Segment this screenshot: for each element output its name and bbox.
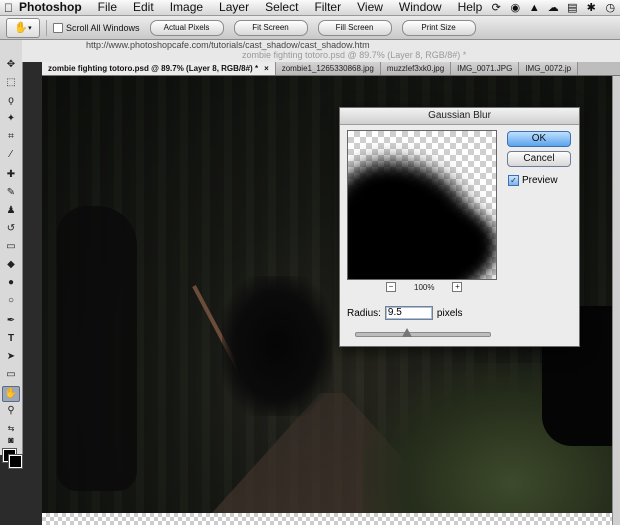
- radius-input[interactable]: 9.5: [384, 306, 433, 320]
- tab-label: IMG_0071.JPG: [457, 64, 513, 73]
- preview-label: Preview: [522, 175, 558, 186]
- ok-button[interactable]: OK: [507, 131, 571, 147]
- options-bar: ✋ ▾ Scroll All Windows Actual Pixels Fit …: [0, 16, 620, 40]
- blur-preview[interactable]: [347, 130, 497, 280]
- menu-photoshop[interactable]: Photoshop: [13, 0, 90, 15]
- healing-brush-tool-icon[interactable]: ✚: [3, 168, 19, 182]
- path-selection-tool-icon[interactable]: ➤: [3, 350, 19, 364]
- dialog-title[interactable]: Gaussian Blur: [340, 108, 579, 125]
- tab-zombie-fighting-totoro[interactable]: zombie fighting totoro.psd @ 89.7% (Laye…: [42, 62, 276, 75]
- document-tabs: zombie fighting totoro.psd @ 89.7% (Laye…: [42, 62, 620, 76]
- zombie-silhouette: [57, 206, 137, 491]
- clone-stamp-tool-icon[interactable]: ♟: [3, 204, 19, 218]
- menu-file[interactable]: File: [90, 0, 125, 15]
- radius-label: Radius:: [347, 307, 381, 319]
- zoom-out-button[interactable]: −: [386, 282, 396, 292]
- scroll-all-windows-label: Scroll All Windows: [66, 22, 140, 33]
- actual-pixels-button[interactable]: Actual Pixels: [149, 19, 224, 36]
- checkmark-icon[interactable]: ✓: [508, 175, 519, 186]
- tab-label: muzzlef3xk0.jpg: [386, 64, 445, 73]
- gaussian-blur-dialog: Gaussian Blur − 100% + OK Cancel ✓ Previ…: [339, 107, 580, 347]
- hand-icon: ✋: [14, 22, 29, 34]
- menu-layer[interactable]: Layer: [211, 0, 257, 15]
- menu-help[interactable]: Help: [450, 0, 491, 15]
- zoom-tool-icon[interactable]: ⚲: [3, 404, 19, 418]
- radius-row: Radius: 9.5 pixels: [347, 306, 462, 320]
- tab-muzzle[interactable]: muzzlef3xk0.jpg: [380, 62, 452, 75]
- marquee-tool-icon[interactable]: ⬚: [3, 76, 19, 90]
- menu-select[interactable]: Select: [257, 0, 306, 15]
- slider-thumb[interactable]: [401, 328, 412, 337]
- bluetooth-icon[interactable]: ✱: [585, 1, 597, 14]
- close-icon[interactable]: ×: [264, 62, 269, 75]
- lasso-tool-icon[interactable]: ϙ: [3, 94, 19, 108]
- menu-view[interactable]: View: [349, 0, 391, 15]
- blur-tool-icon[interactable]: ●: [3, 276, 19, 290]
- tab-img-0071[interactable]: IMG_0071.JPG: [451, 62, 520, 75]
- blurred-shadow: [222, 276, 332, 416]
- history-brush-tool-icon[interactable]: ↺: [3, 222, 19, 236]
- zoom-level: 100%: [414, 282, 435, 292]
- dodge-tool-icon[interactable]: ○: [3, 294, 19, 308]
- hat-icon[interactable]: ▲: [528, 2, 540, 14]
- preview-zoom-controls: − 100% +: [386, 282, 463, 292]
- scroll-all-windows-checkbox[interactable]: Scroll All Windows: [53, 22, 140, 33]
- cloud-icon[interactable]: ☁: [547, 1, 559, 14]
- divider: [46, 19, 47, 36]
- background-url: http://www.photoshopcafe.com/tutorials/c…: [86, 40, 370, 50]
- magic-wand-tool-icon[interactable]: ✦: [3, 112, 19, 126]
- quick-mask-icon[interactable]: ◙: [3, 433, 19, 447]
- eyedropper-tool-icon[interactable]: ⁄: [3, 148, 19, 162]
- zoom-in-button[interactable]: +: [452, 282, 463, 292]
- preview-checkbox[interactable]: ✓ Preview: [508, 175, 558, 186]
- tab-zombie1[interactable]: zombie1_1265330868.jpg: [275, 62, 381, 75]
- time-machine-icon[interactable]: ◷: [604, 1, 616, 14]
- menu-extras: ⟳ ◉ ▲ ☁ ▤ ✱ ◷: [490, 1, 620, 15]
- chevron-down-icon: ▾: [28, 24, 32, 32]
- tool-preset-picker[interactable]: ✋ ▾: [6, 17, 40, 38]
- pen-tool-icon[interactable]: ✒: [3, 314, 19, 328]
- tab-label: IMG_0072.jp: [525, 64, 572, 73]
- cancel-button[interactable]: Cancel: [507, 151, 571, 167]
- move-tool-icon[interactable]: ✥: [3, 58, 19, 72]
- preview-shape: [418, 211, 496, 279]
- checkbox-box[interactable]: [53, 22, 63, 33]
- hand-tool-icon[interactable]: ✋: [2, 386, 20, 402]
- skype-icon[interactable]: ◉: [509, 1, 521, 14]
- tab-label: zombie fighting totoro.psd @ 89.7% (Laye…: [48, 64, 259, 73]
- keyboard-icon[interactable]: ▤: [566, 1, 578, 14]
- fill-screen-button[interactable]: Fill Screen: [317, 19, 392, 36]
- brush-tool-icon[interactable]: ✎: [3, 186, 19, 200]
- paint-bucket-tool-icon[interactable]: ◆: [3, 258, 19, 272]
- background-window: http://www.photoshopcafe.com/tutorials/c…: [22, 40, 620, 62]
- transparent-area: [42, 513, 612, 525]
- background-color-swatch[interactable]: [9, 455, 22, 468]
- radius-slider[interactable]: [355, 328, 491, 337]
- print-size-button[interactable]: Print Size: [401, 19, 476, 36]
- tab-img-0072[interactable]: IMG_0072.jp: [519, 62, 579, 75]
- sync-icon[interactable]: ⟳: [490, 1, 502, 14]
- menu-image[interactable]: Image: [162, 0, 211, 15]
- tools-panel: ✥ ⬚ ϙ ✦ ⌗ ⁄ ✚ ✎ ♟ ↺ ▭ ◆ ● ○ ✒ T ➤ ▭ ✋ ⚲ …: [0, 40, 23, 468]
- menu-edit[interactable]: Edit: [125, 0, 162, 15]
- menu-filter[interactable]: Filter: [306, 0, 349, 15]
- apple-icon[interactable]: : [4, 1, 13, 15]
- background-window-title: zombie fighting totoro.psd @ 89.7% (Laye…: [242, 50, 467, 60]
- tab-label: zombie1_1265330868.jpg: [281, 64, 374, 73]
- type-tool-icon[interactable]: T: [3, 332, 19, 346]
- crop-tool-icon[interactable]: ⌗: [3, 130, 19, 144]
- menu-bar:  Photoshop File Edit Image Layer Select…: [0, 0, 620, 16]
- shape-tool-icon[interactable]: ▭: [3, 368, 19, 382]
- fit-screen-button[interactable]: Fit Screen: [233, 19, 308, 36]
- radius-unit: pixels: [436, 307, 463, 319]
- eraser-tool-icon[interactable]: ▭: [3, 240, 19, 254]
- vertical-scrollbar[interactable]: [612, 76, 620, 525]
- menu-window[interactable]: Window: [391, 0, 450, 15]
